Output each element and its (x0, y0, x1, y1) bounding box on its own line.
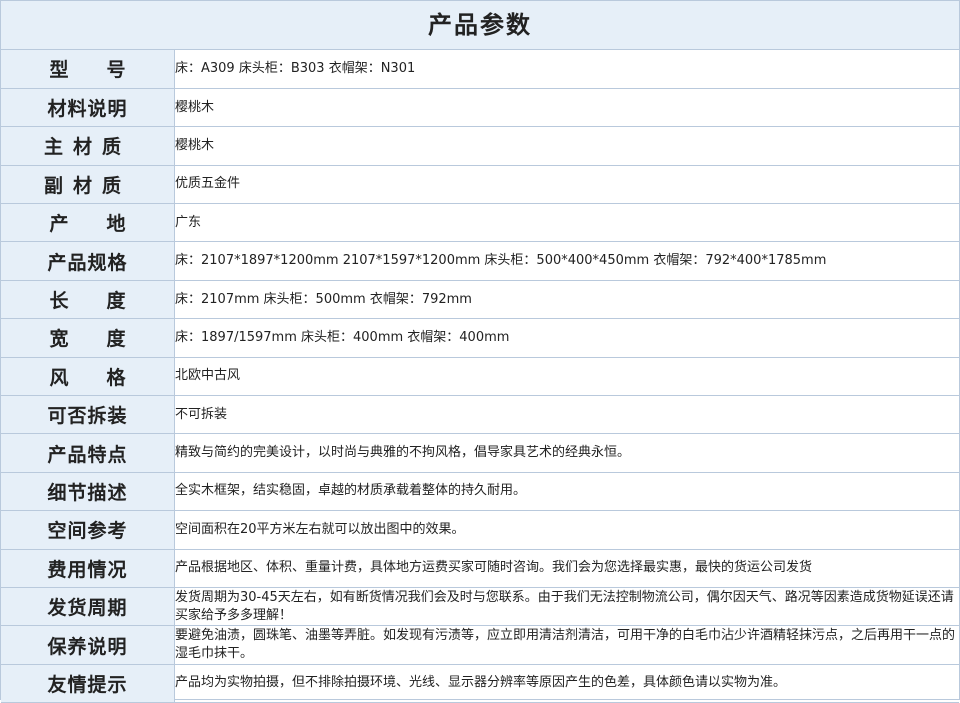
table-row: 产品特点 精致与简约的完美设计，以时尚与典雅的不拘风格，倡导家具艺术的经典永恒。 (1, 433, 959, 473)
row-value-material-desc: 樱桃木 (174, 88, 959, 128)
row-label-sub-material: 副材质 (1, 165, 175, 205)
table-row: 保养说明 要避免油渍，圆珠笔、油墨等弄脏。如发现有污渍等，应立即用清洁剂清洁，可… (1, 625, 959, 665)
row-label-length: 长度 (1, 280, 175, 320)
row-value-notice: 产品均为实物拍摄，但不排除拍摄环境、光线、显示器分辨率等原因产生的色差，具体颜色… (174, 664, 959, 703)
table-row: 材料说明 樱桃木 (1, 88, 959, 128)
row-label-detachable: 可否拆装 (1, 395, 175, 435)
row-value-style: 北欧中古风 (174, 357, 959, 397)
table-row: 产地 广东 (1, 203, 959, 243)
row-label-material-desc: 材料说明 (1, 88, 175, 128)
table-row: 风格 北欧中古风 (1, 357, 959, 397)
table-row: 可否拆装 不可拆装 (1, 395, 959, 435)
row-label-spec: 产品规格 (1, 241, 175, 281)
row-value-length: 床：2107mm 床头柜：500mm 衣帽架：792mm (174, 280, 959, 320)
row-value-features: 精致与简约的完美设计，以时尚与典雅的不拘风格，倡导家具艺术的经典永恒。 (174, 433, 959, 473)
row-label-care: 保养说明 (1, 625, 175, 665)
row-label-width: 宽度 (1, 318, 175, 358)
table-row: 空间参考 空间面积在20平方米左右就可以放出图中的效果。 (1, 510, 959, 550)
row-label-origin: 产地 (1, 203, 175, 243)
table-row: 发货周期 发货周期为30-45天左右，如有断货情况我们会及时与您联系。由于我们无… (1, 587, 959, 627)
page-title: 产品参数 (1, 1, 959, 50)
row-value-model: 床：A309 床头柜：B303 衣帽架：N301 (174, 50, 959, 89)
table-row: 细节描述 全实木框架，结实稳固，卓越的材质承载着整体的持久耐用。 (1, 472, 959, 512)
table-row: 主材质 樱桃木 (1, 126, 959, 166)
row-value-sub-material: 优质五金件 (174, 165, 959, 205)
row-label-cost: 费用情况 (1, 549, 175, 588)
row-label-space: 空间参考 (1, 510, 175, 550)
table-row: 产品规格 床：2107*1897*1200mm 2107*1597*1200mm… (1, 241, 959, 281)
table-row: 宽度 床：1897/1597mm 床头柜：400mm 衣帽架：400mm (1, 318, 959, 358)
row-label-notice: 友情提示 (1, 664, 175, 703)
product-params-panel: 产品参数 型号 床：A309 床头柜：B303 衣帽架：N301 材料说明 樱桃… (0, 0, 960, 703)
table-row: 型号 床：A309 床头柜：B303 衣帽架：N301 (1, 50, 959, 89)
table-row: 费用情况 产品根据地区、体积、重量计费，具体地方运费买家可随时咨询。我们会为您选… (1, 549, 959, 588)
row-value-space: 空间面积在20平方米左右就可以放出图中的效果。 (174, 510, 959, 550)
row-label-style: 风格 (1, 357, 175, 397)
table-row: 友情提示 产品均为实物拍摄，但不排除拍摄环境、光线、显示器分辨率等原因产生的色差… (1, 664, 959, 703)
table-row: 长度 床：2107mm 床头柜：500mm 衣帽架：792mm (1, 280, 959, 320)
row-label-shipping: 发货周期 (1, 587, 175, 627)
table-row: 副材质 优质五金件 (1, 165, 959, 205)
params-table: 型号 床：A309 床头柜：B303 衣帽架：N301 材料说明 樱桃木 主材质… (1, 50, 959, 703)
row-value-care: 要避免油渍，圆珠笔、油墨等弄脏。如发现有污渍等，应立即用清洁剂清洁，可用干净的白… (174, 625, 959, 665)
row-label-main-material: 主材质 (1, 126, 175, 166)
row-label-model: 型号 (1, 50, 175, 89)
row-label-features: 产品特点 (1, 433, 175, 473)
row-value-cost: 产品根据地区、体积、重量计费，具体地方运费买家可随时咨询。我们会为您选择最实惠，… (174, 549, 959, 588)
row-value-shipping: 发货周期为30-45天左右，如有断货情况我们会及时与您联系。由于我们无法控制物流… (174, 587, 959, 627)
row-value-main-material: 樱桃木 (174, 126, 959, 166)
row-label-details: 细节描述 (1, 472, 175, 512)
row-value-origin: 广东 (174, 203, 959, 243)
row-value-details: 全实木框架，结实稳固，卓越的材质承载着整体的持久耐用。 (174, 472, 959, 512)
row-value-spec: 床：2107*1897*1200mm 2107*1597*1200mm 床头柜：… (174, 241, 959, 281)
row-value-detachable: 不可拆装 (174, 395, 959, 435)
row-value-width: 床：1897/1597mm 床头柜：400mm 衣帽架：400mm (174, 318, 959, 358)
